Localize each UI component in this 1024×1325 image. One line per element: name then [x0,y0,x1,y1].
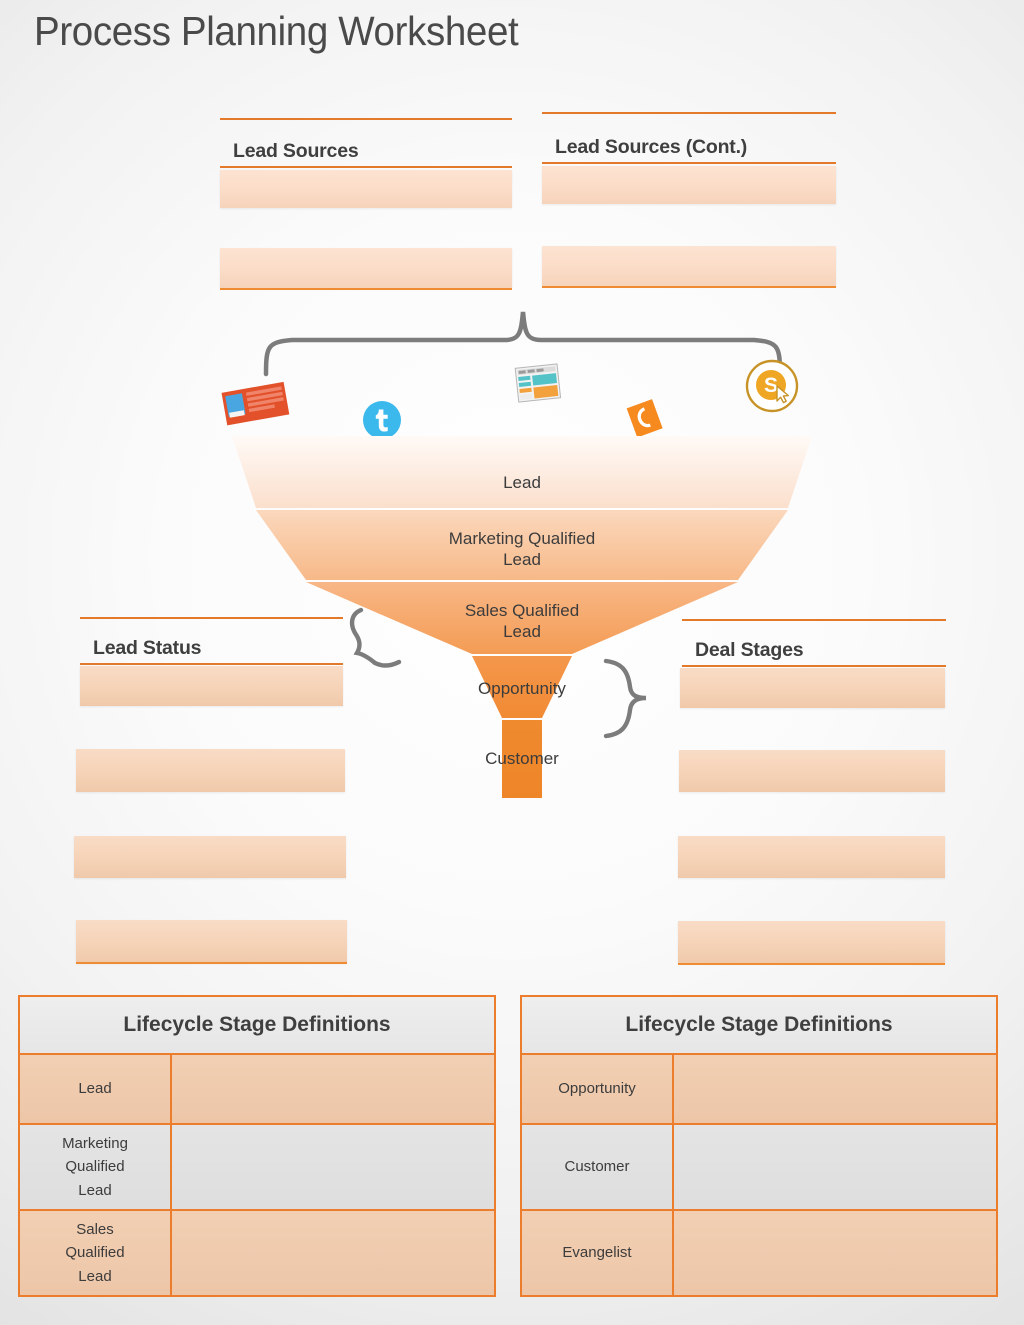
svg-text:S: S [764,374,778,397]
definition-value-marketing-qualified-lead[interactable] [172,1125,494,1209]
lead-sources-box-2[interactable] [220,248,512,288]
definition-value-lead[interactable] [172,1055,494,1123]
deal-stages-bottom-rule [678,963,945,965]
definition-stage-opportunity: Opportunity [522,1055,674,1123]
blog-webpage-icon [514,363,562,403]
header-rule-bottom [220,166,512,168]
definitions-left-title: Lifecycle Stage Definitions [20,997,494,1055]
table-row: Marketing Qualified Lead [20,1125,494,1211]
deal-stages-box-3[interactable] [678,836,945,878]
definition-stage-marketing-qualified-lead: Marketing Qualified Lead [20,1125,172,1209]
lead-sources-title: Lead Sources [233,140,359,162]
header-rule-top [542,112,836,114]
lead-status-title: Lead Status [93,637,202,659]
page-title: Process Planning Worksheet [34,8,519,54]
lead-status-box-1[interactable] [80,666,343,706]
header-rule-top [80,617,343,619]
lead-sources-cont-header: Lead Sources (Cont.) [542,112,836,164]
lead-sources-cont-title: Lead Sources (Cont.) [555,136,748,158]
deal-stages-title: Deal Stages [695,639,804,661]
lead-status-brace [349,607,402,668]
definition-value-customer[interactable] [674,1125,996,1209]
lead-sources-header: Lead Sources [220,118,512,168]
lead-status-box-2[interactable] [76,749,345,792]
definition-stage-customer: Customer [522,1125,674,1209]
table-row: Evangelist [522,1211,996,1295]
header-rule-bottom [80,663,343,665]
lead-sources-box-1[interactable] [220,170,512,208]
lead-status-box-3[interactable] [74,836,346,878]
definition-value-sales-qualified-lead[interactable] [172,1211,494,1295]
lead-sources-cont-bottom-rule [542,286,836,288]
definition-stage-lead: Lead [20,1055,172,1123]
deal-stages-brace [603,658,647,739]
lifecycle-definitions-table-right: Lifecycle Stage Definitions Opportunity … [520,995,998,1297]
deal-stages-header: Deal Stages [682,619,946,667]
lead-status-bottom-rule [76,962,347,964]
deal-stages-box-4[interactable] [678,921,945,963]
lead-sources-cont-box-2[interactable] [542,246,836,286]
lifecycle-definitions-table-left: Lifecycle Stage Definitions Lead Marketi… [18,995,496,1297]
definition-stage-evangelist: Evangelist [522,1211,674,1295]
table-row: Opportunity [522,1055,996,1125]
lead-status-box-4[interactable] [76,920,347,963]
definitions-right-title: Lifecycle Stage Definitions [522,997,996,1055]
definition-stage-sales-qualified-lead: Sales Qualified Lead [20,1211,172,1295]
definition-value-opportunity[interactable] [674,1055,996,1123]
phone-call-icon [626,399,663,438]
header-rule-top [220,118,512,120]
lead-sources-cont-box-1[interactable] [542,166,836,204]
paid-search-ppc-icon: S [745,359,799,413]
header-rule-bottom [682,665,946,667]
header-rule-bottom [542,162,836,164]
deal-stages-box-2[interactable] [679,750,945,792]
lead-sources-bottom-rule [220,288,512,290]
definition-value-evangelist[interactable] [674,1211,996,1295]
table-row: Customer [522,1125,996,1211]
header-rule-top [682,619,946,621]
table-row: Sales Qualified Lead [20,1211,494,1295]
email-newsletter-icon [221,381,290,426]
twitter-icon [363,401,401,439]
table-row: Lead [20,1055,494,1125]
lead-status-header: Lead Status [80,617,343,665]
deal-stages-box-1[interactable] [680,668,945,708]
